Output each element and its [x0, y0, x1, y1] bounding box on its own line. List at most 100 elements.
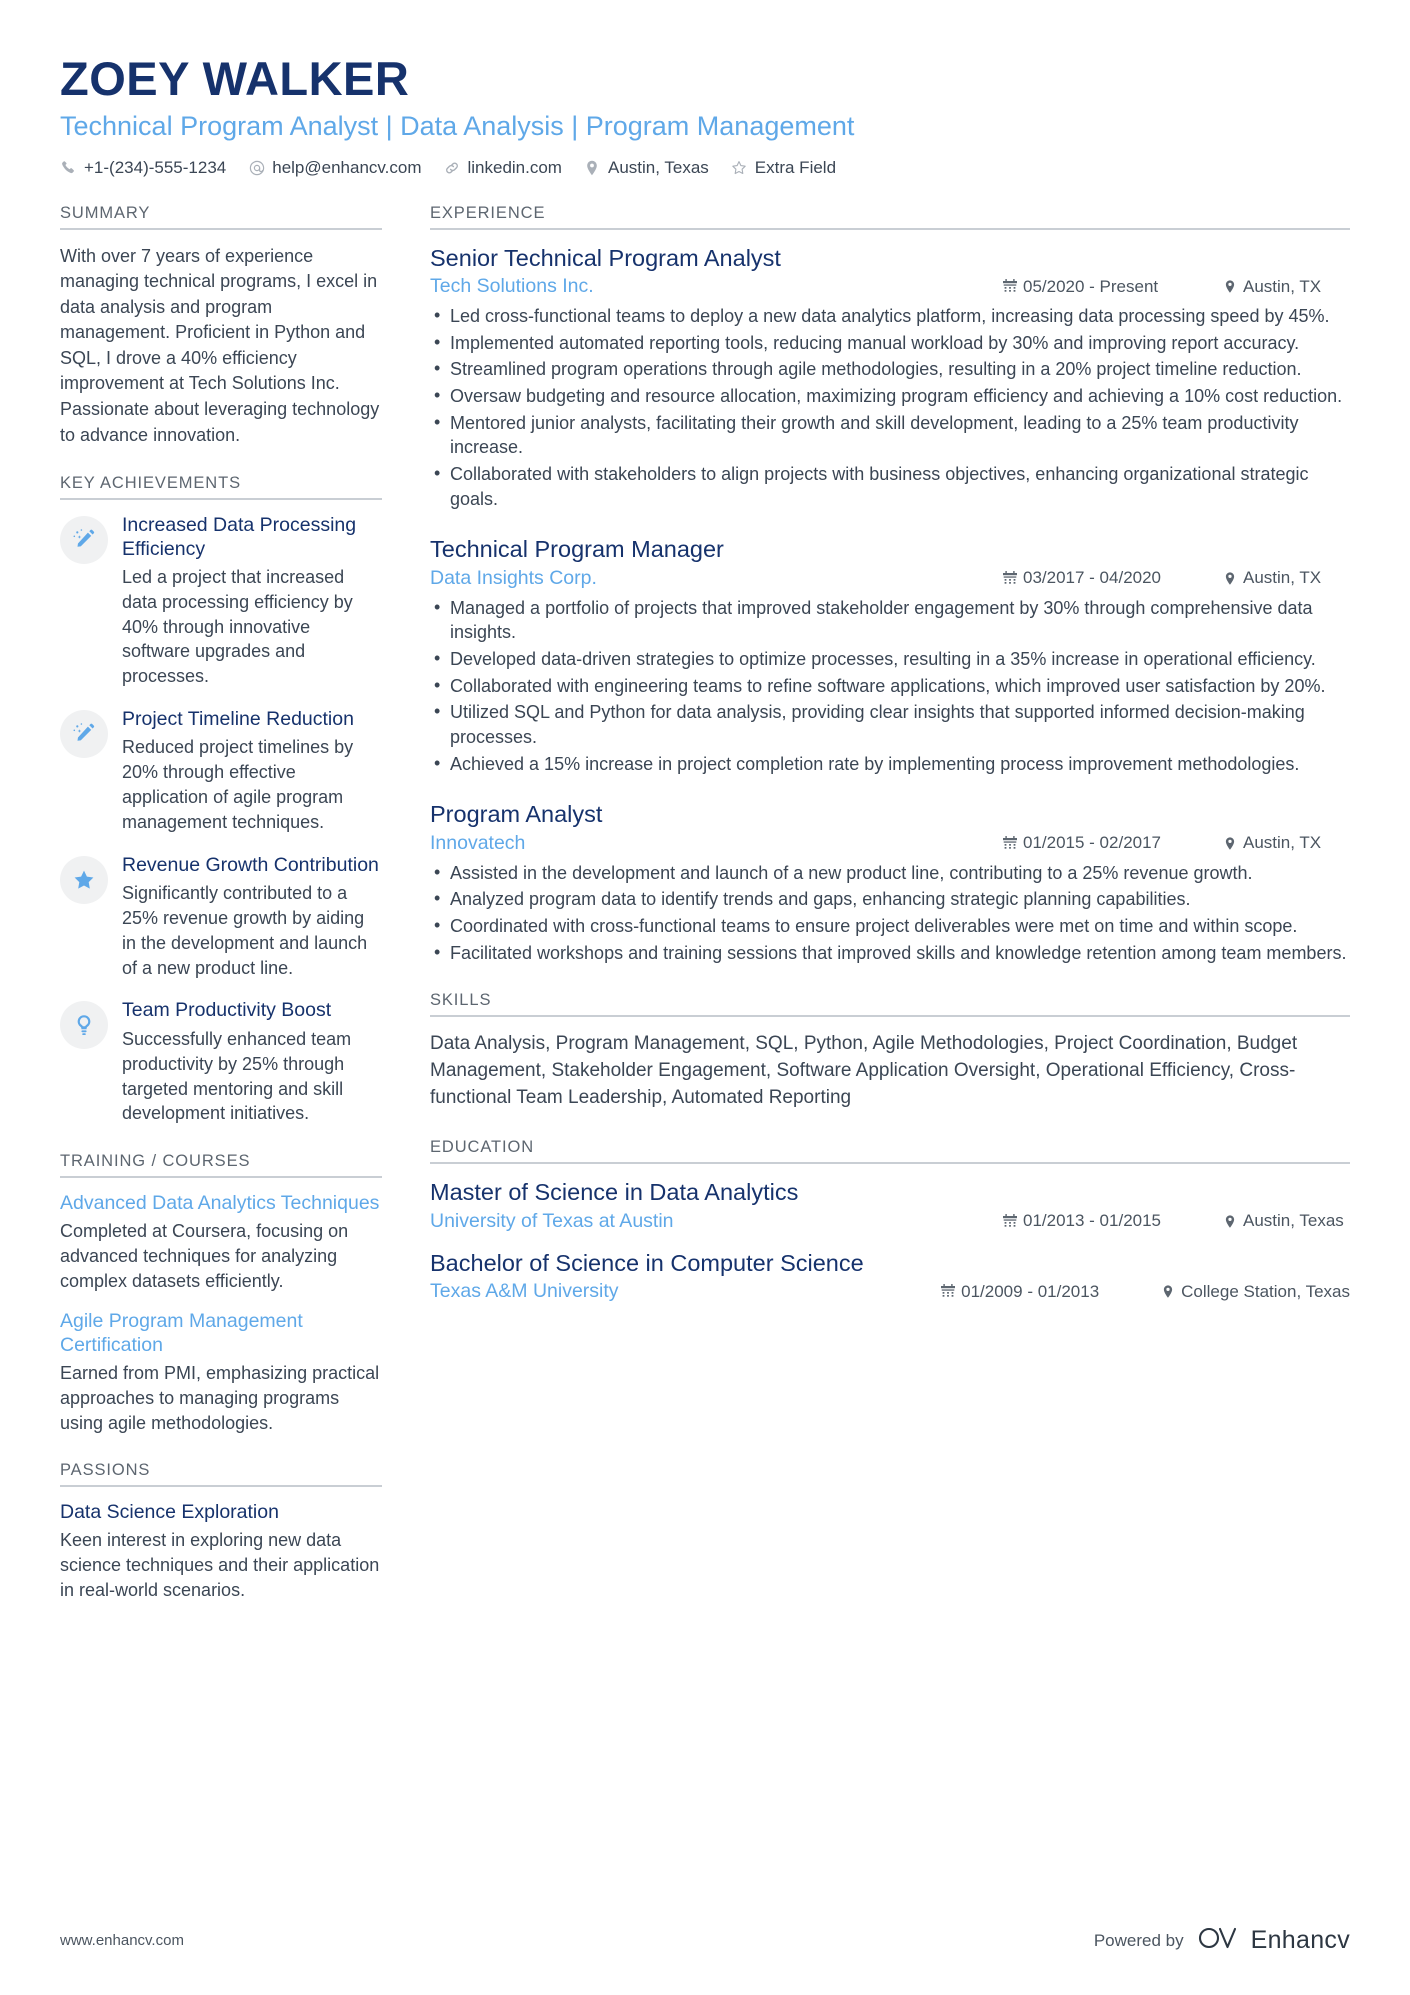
bullet-item: Managed a portfolio of projects that imp… [430, 595, 1350, 645]
achievement-description: Successfully enhanced team productivity … [122, 1028, 352, 1124]
experience-location: Austin, TX [1222, 568, 1350, 588]
page-footer: www.enhancv.com Powered by Enhancv [60, 1924, 1350, 1957]
bullet-item: Analyzed program data to identify trends… [430, 886, 1350, 912]
education-date-text: 01/2009 - 01/2013 [961, 1281, 1100, 1301]
section-experience: EXPERIENCE Senior Technical Program Anal… [430, 204, 1350, 966]
experience-meta: Data Insights Corp. 03/2017 - 04/2020 Au… [430, 567, 1350, 590]
experience-date-text: 03/2017 - 04/2020 [1023, 568, 1162, 588]
header-subtitle: Technical Program Analyst | Data Analysi… [60, 111, 855, 141]
enhancv-brand: Enhancv [1198, 1924, 1350, 1957]
footer-url[interactable]: www.enhancv.com [60, 1932, 184, 1949]
experience-role: Technical Program Manager [430, 536, 724, 563]
section-training-courses: TRAINING / COURSES Advanced Data Analyti… [60, 1152, 382, 1435]
bullet-item: Implemented automated reporting tools, r… [430, 330, 1350, 356]
training-description: Completed at Coursera, focusing on advan… [60, 1220, 349, 1291]
star-outline-icon [731, 159, 748, 176]
calendar-icon [940, 1284, 955, 1300]
bullet-item: Assisted in the development and launch o… [430, 860, 1350, 886]
experience-location: Austin, TX [1222, 277, 1350, 297]
contact-phone[interactable]: +1-(234)-555-1234 [60, 158, 226, 178]
passion-title: Data Science Exploration [60, 1501, 279, 1524]
achievement-title: Revenue Growth Contribution [122, 853, 379, 876]
education-school: Texas A&M University [430, 1280, 619, 1302]
contact-extra-field: Extra Field [731, 158, 836, 178]
training-item: Advanced Data Analytics Techniques Compl… [60, 1192, 382, 1293]
section-heading-experience: EXPERIENCE [430, 204, 1350, 230]
section-skills: SKILLS Data Analysis, Program Management… [430, 991, 1350, 1112]
achievement-item: Revenue Growth Contribution Significantl… [60, 854, 382, 981]
education-degree: Bachelor of Science in Computer Science [430, 1249, 864, 1276]
experience-location-text: Austin, TX [1243, 276, 1322, 296]
skills-text: Data Analysis, Program Management, SQL, … [430, 1033, 1298, 1109]
achievement-title: Increased Data Processing Efficiency [122, 514, 357, 560]
education-date: 01/2009 - 01/2013 [940, 1282, 1136, 1302]
education-location-text: College Station, Texas [1181, 1281, 1350, 1301]
training-title: Advanced Data Analytics Techniques [60, 1192, 380, 1215]
location-pin-icon [584, 159, 601, 176]
page-title: ZOEY WALKER [60, 52, 410, 105]
achievement-description: Led a project that increased data proces… [122, 566, 353, 687]
section-education: EDUCATION Master of Science in Data Anal… [430, 1138, 1350, 1303]
experience-company: Tech Solutions Inc. [430, 275, 594, 298]
education-item: Master of Science in Data Analytics Univ… [430, 1178, 1350, 1232]
training-item: Agile Program Management Certification E… [60, 1310, 382, 1435]
education-school: University of Texas at Austin [430, 1209, 674, 1232]
experience-meta: Innovatech 01/2015 - 02/2017 Austin, TX [430, 832, 1350, 855]
experience-item: Program Analyst Innovatech 01/2015 - 02/… [430, 800, 1350, 965]
achievement-item: Team Productivity Boost Successfully enh… [60, 999, 382, 1126]
bullet-item: Mentored junior analysts, facilitating t… [430, 410, 1350, 460]
calendar-icon [1002, 570, 1017, 586]
achievement-item: Project Timeline Reduction Reduced proje… [60, 708, 382, 835]
experience-bullets: Assisted in the development and launch o… [430, 860, 1350, 966]
location-pin-icon [1160, 1284, 1175, 1300]
contact-email[interactable]: help@enhancv.com [248, 158, 421, 178]
calendar-icon [1002, 279, 1017, 295]
contact-location-text: Austin, Texas [607, 157, 709, 177]
section-heading-key-achievements: KEY ACHIEVEMENTS [60, 474, 382, 501]
magic-wand-icon [60, 710, 108, 759]
experience-item: Technical Program Manager Data Insights … [430, 535, 1350, 776]
calendar-icon [1002, 835, 1017, 851]
achievement-title: Project Timeline Reduction [122, 708, 354, 731]
education-location: Austin, Texas [1222, 1211, 1350, 1231]
achievement-description: Significantly contributed to a 25% reven… [122, 883, 368, 978]
contact-email-text: help@enhancv.com [272, 157, 422, 177]
experience-date: 05/2020 - Present [1002, 277, 1198, 297]
bullet-item: Led cross-functional teams to deploy a n… [430, 303, 1350, 329]
education-date: 01/2013 - 01/2015 [1002, 1211, 1198, 1231]
contact-phone-text: +1-(234)-555-1234 [84, 157, 227, 177]
experience-meta: Tech Solutions Inc. 05/2020 - Present Au… [430, 275, 1350, 298]
experience-date: 01/2015 - 02/2017 [1002, 833, 1198, 853]
experience-role: Program Analyst [430, 801, 603, 828]
experience-company: Innovatech [430, 831, 526, 854]
achievement-item: Increased Data Processing Efficiency Led… [60, 514, 382, 689]
bullet-item: Developed data-driven strategies to opti… [430, 646, 1350, 672]
experience-item: Senior Technical Program Analyst Tech So… [430, 244, 1350, 512]
email-icon [248, 159, 265, 176]
sidebar: SUMMARY With over 7 years of experience … [60, 204, 408, 1629]
enhancv-logo-icon [1198, 1924, 1242, 1957]
bullet-item: Oversaw budgeting and resource allocatio… [430, 383, 1350, 409]
resume-page: ZOEY WALKER Technical Program Analyst | … [0, 0, 1410, 1995]
training-title: Agile Program Management Certification [60, 1310, 303, 1357]
education-degree: Master of Science in Data Analytics [430, 1179, 799, 1206]
training-description: Earned from PMI, emphasizing practical a… [60, 1362, 380, 1433]
bullet-item: Coordinated with cross-functional teams … [430, 913, 1350, 939]
passion-description: Keen interest in exploring new data scie… [60, 1530, 380, 1600]
experience-role: Senior Technical Program Analyst [430, 244, 781, 271]
experience-date-text: 05/2020 - Present [1023, 276, 1159, 296]
footer-powered-by: Powered by [1093, 1930, 1184, 1950]
main-content: EXPERIENCE Senior Technical Program Anal… [408, 204, 1350, 1329]
contact-location: Austin, Texas [584, 158, 709, 178]
education-location: College Station, Texas [1160, 1282, 1350, 1302]
contact-row: +1-(234)-555-1234 help@enhancv.com linke… [60, 158, 1350, 178]
experience-date: 03/2017 - 04/2020 [1002, 568, 1198, 588]
contact-link-text: linkedin.com [467, 157, 562, 177]
bullet-item: Utilized SQL and Python for data analysi… [430, 699, 1350, 749]
contact-link[interactable]: linkedin.com [443, 158, 562, 178]
bullet-item: Streamlined program operations through a… [430, 356, 1350, 382]
summary-text: With over 7 years of experience managing… [60, 245, 380, 445]
experience-company: Data Insights Corp. [430, 566, 597, 589]
contact-extra-field-text: Extra Field [754, 157, 837, 177]
bullet-item: Collaborated with stakeholders to align … [430, 461, 1350, 511]
